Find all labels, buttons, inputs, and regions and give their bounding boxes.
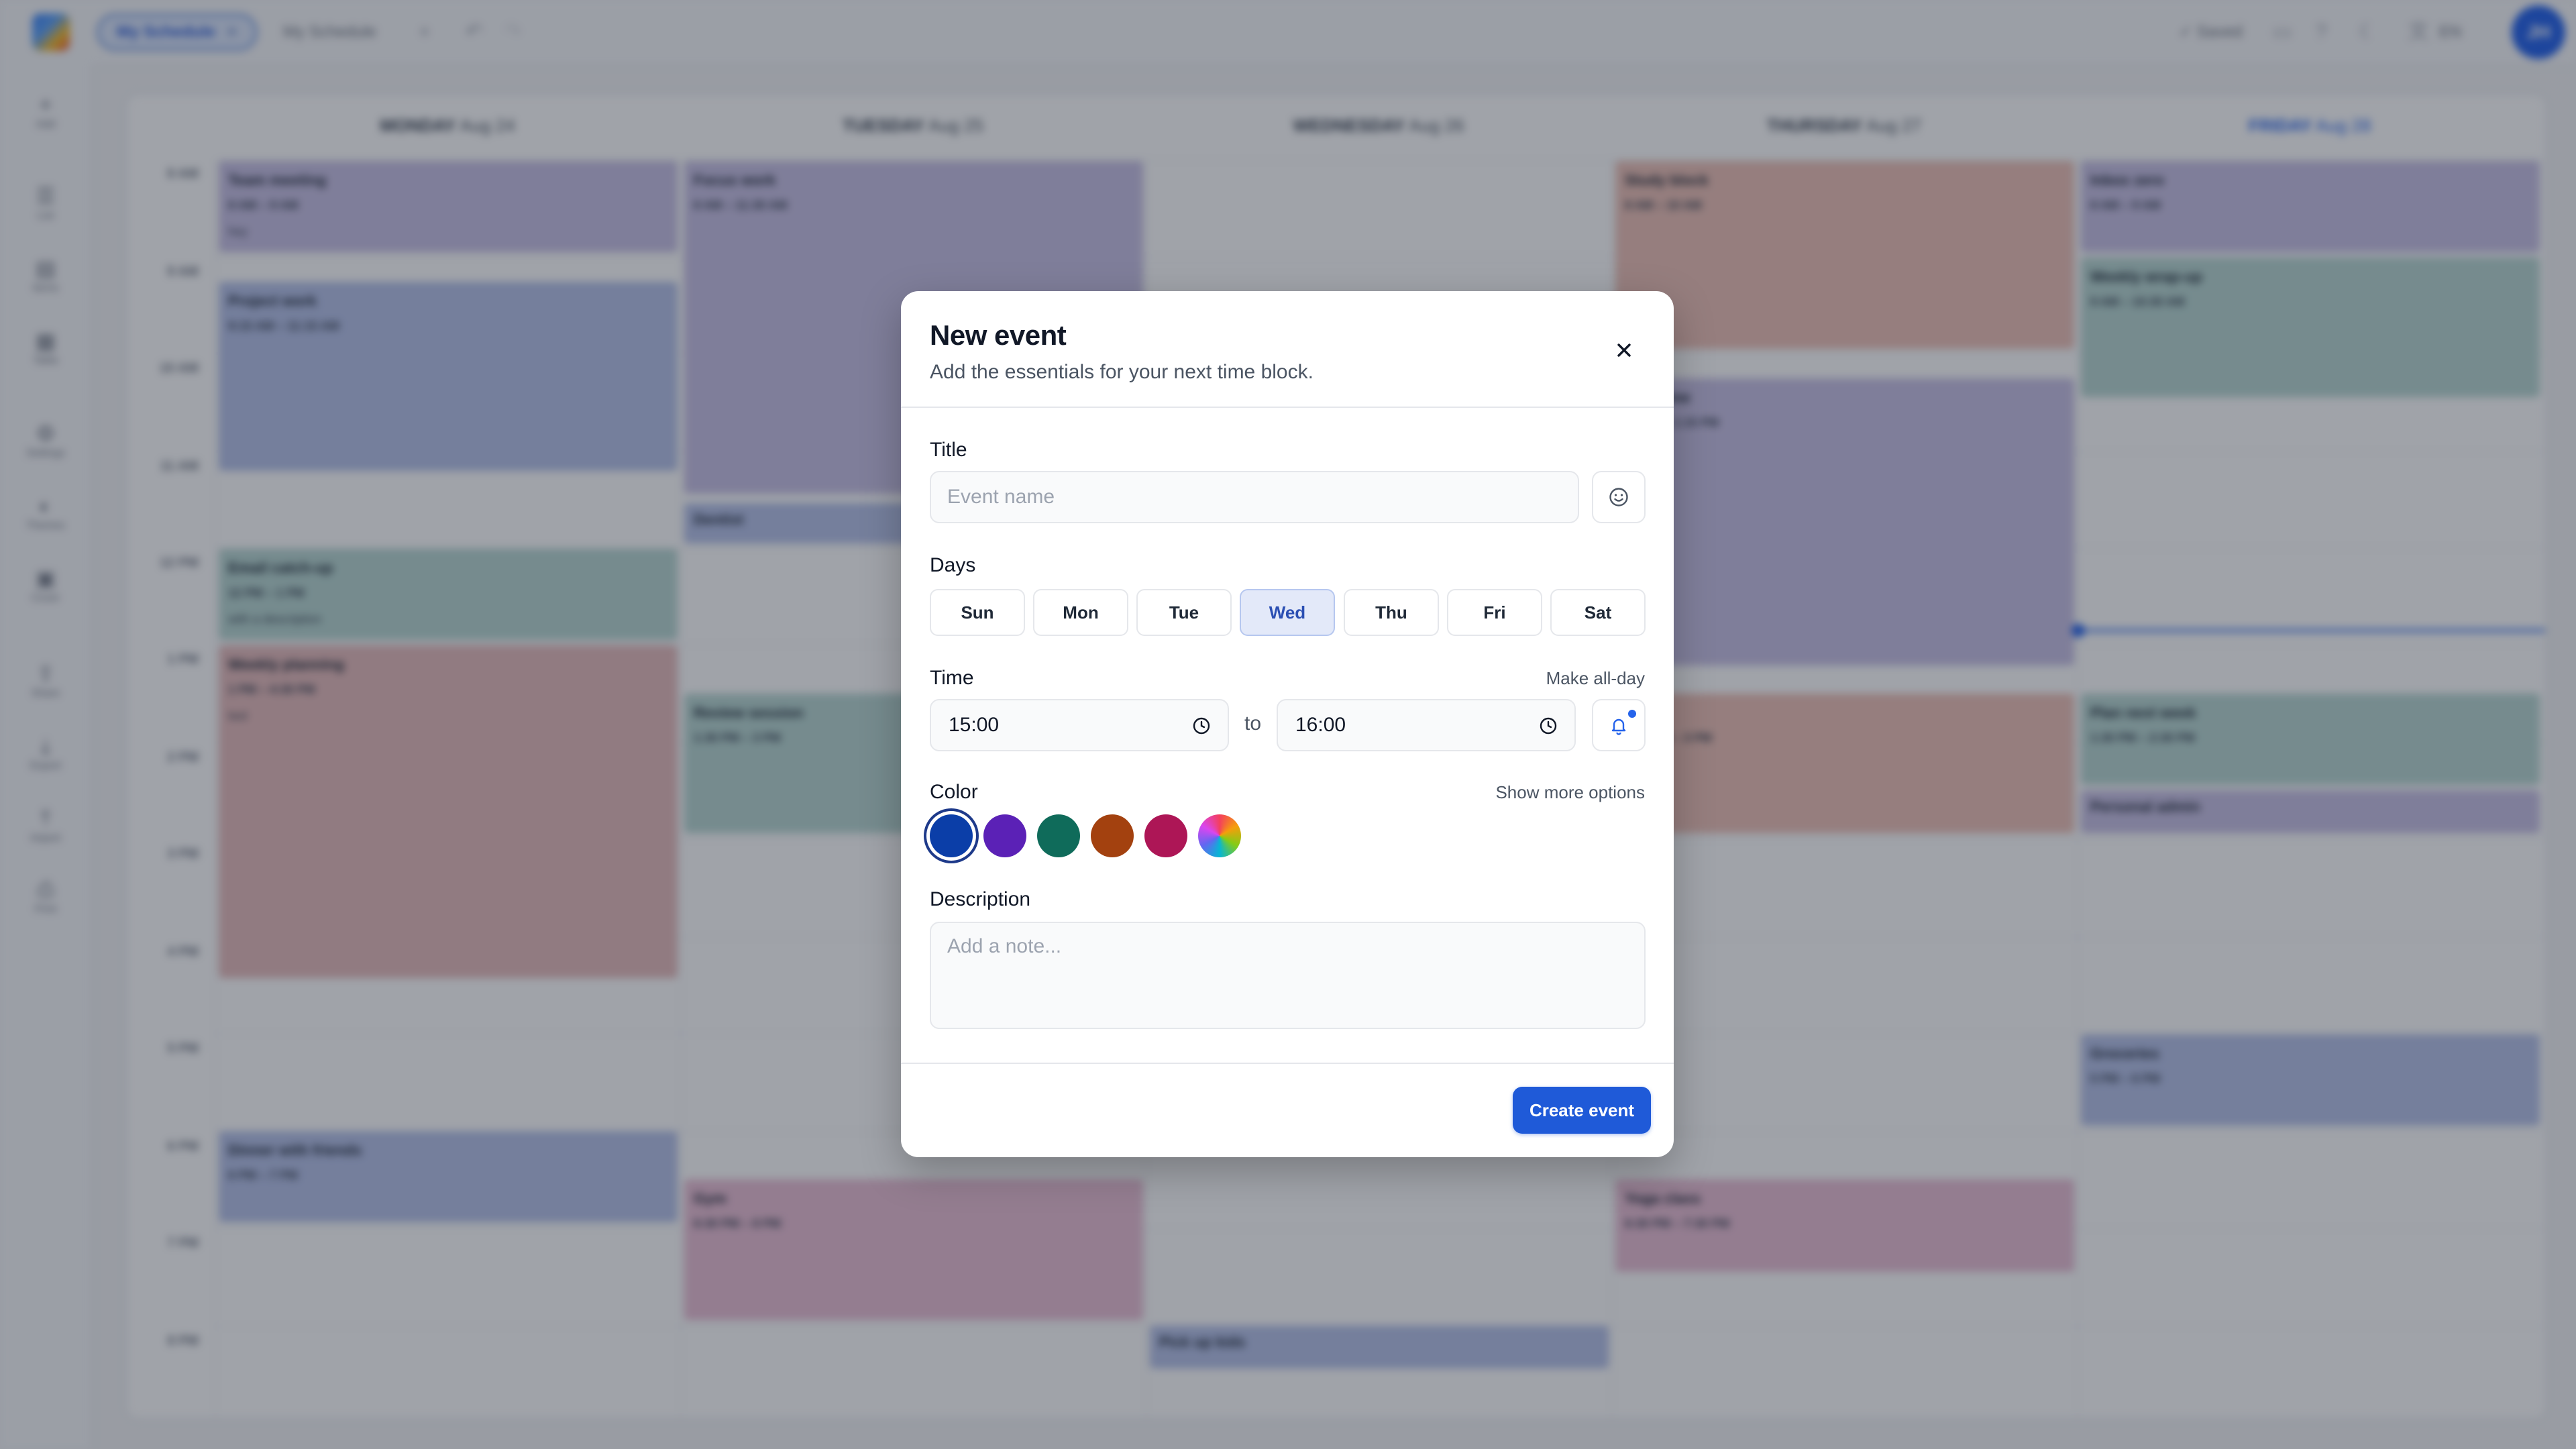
day-toggle-sat[interactable]: Sat xyxy=(1550,589,1646,636)
end-time-value: 16:00 xyxy=(1295,714,1346,736)
description-textarea[interactable] xyxy=(930,922,1646,1029)
day-toggle-wed[interactable]: Wed xyxy=(1240,589,1335,636)
dialog-title: New event xyxy=(930,319,1067,351)
emoji-picker-button[interactable] xyxy=(1592,471,1646,523)
dialog-subtitle: Add the essentials for your next time bl… xyxy=(930,361,1313,383)
description-label: Description xyxy=(930,888,1031,910)
make-all-day-link[interactable]: Make all-day xyxy=(1546,668,1645,689)
color-swatch-pink[interactable] xyxy=(1144,814,1187,857)
create-event-button[interactable]: Create event xyxy=(1513,1087,1651,1134)
header-divider xyxy=(901,407,1674,408)
title-label: Title xyxy=(930,439,967,461)
smiley-icon xyxy=(1609,488,1628,506)
custom-color-picker[interactable] xyxy=(1198,814,1241,857)
to-label: to xyxy=(1244,712,1262,735)
time-label: Time xyxy=(930,667,974,689)
day-toggle-thu[interactable]: Thu xyxy=(1344,589,1439,636)
day-toggle-mon[interactable]: Mon xyxy=(1033,589,1128,636)
color-swatch-orange[interactable] xyxy=(1091,814,1134,857)
day-toggle-tue[interactable]: Tue xyxy=(1136,589,1232,636)
event-title-input[interactable] xyxy=(930,471,1579,523)
color-label: Color xyxy=(930,781,978,803)
close-icon xyxy=(1617,343,1631,357)
start-time-value: 15:00 xyxy=(949,714,1000,736)
day-toggle-fri[interactable]: Fri xyxy=(1447,589,1542,636)
reminder-button[interactable] xyxy=(1592,699,1646,751)
end-time-input[interactable]: 16:00 xyxy=(1277,699,1576,751)
color-swatch-green[interactable] xyxy=(1037,814,1080,857)
footer-divider xyxy=(901,1063,1674,1064)
close-button[interactable] xyxy=(1605,331,1643,369)
notification-dot xyxy=(1628,710,1636,718)
color-swatch-purple[interactable] xyxy=(983,814,1026,857)
days-label: Days xyxy=(930,554,976,576)
bell-icon xyxy=(1611,718,1626,735)
new-event-dialog: New event Add the essentials for your ne… xyxy=(901,291,1674,1157)
show-more-options-link[interactable]: Show more options xyxy=(1495,782,1645,803)
clock-icon[interactable] xyxy=(1191,716,1212,736)
clock-icon[interactable] xyxy=(1538,716,1558,736)
color-swatch-blue[interactable] xyxy=(930,814,973,857)
start-time-input[interactable]: 15:00 xyxy=(930,699,1229,751)
day-toggle-sun[interactable]: Sun xyxy=(930,589,1025,636)
